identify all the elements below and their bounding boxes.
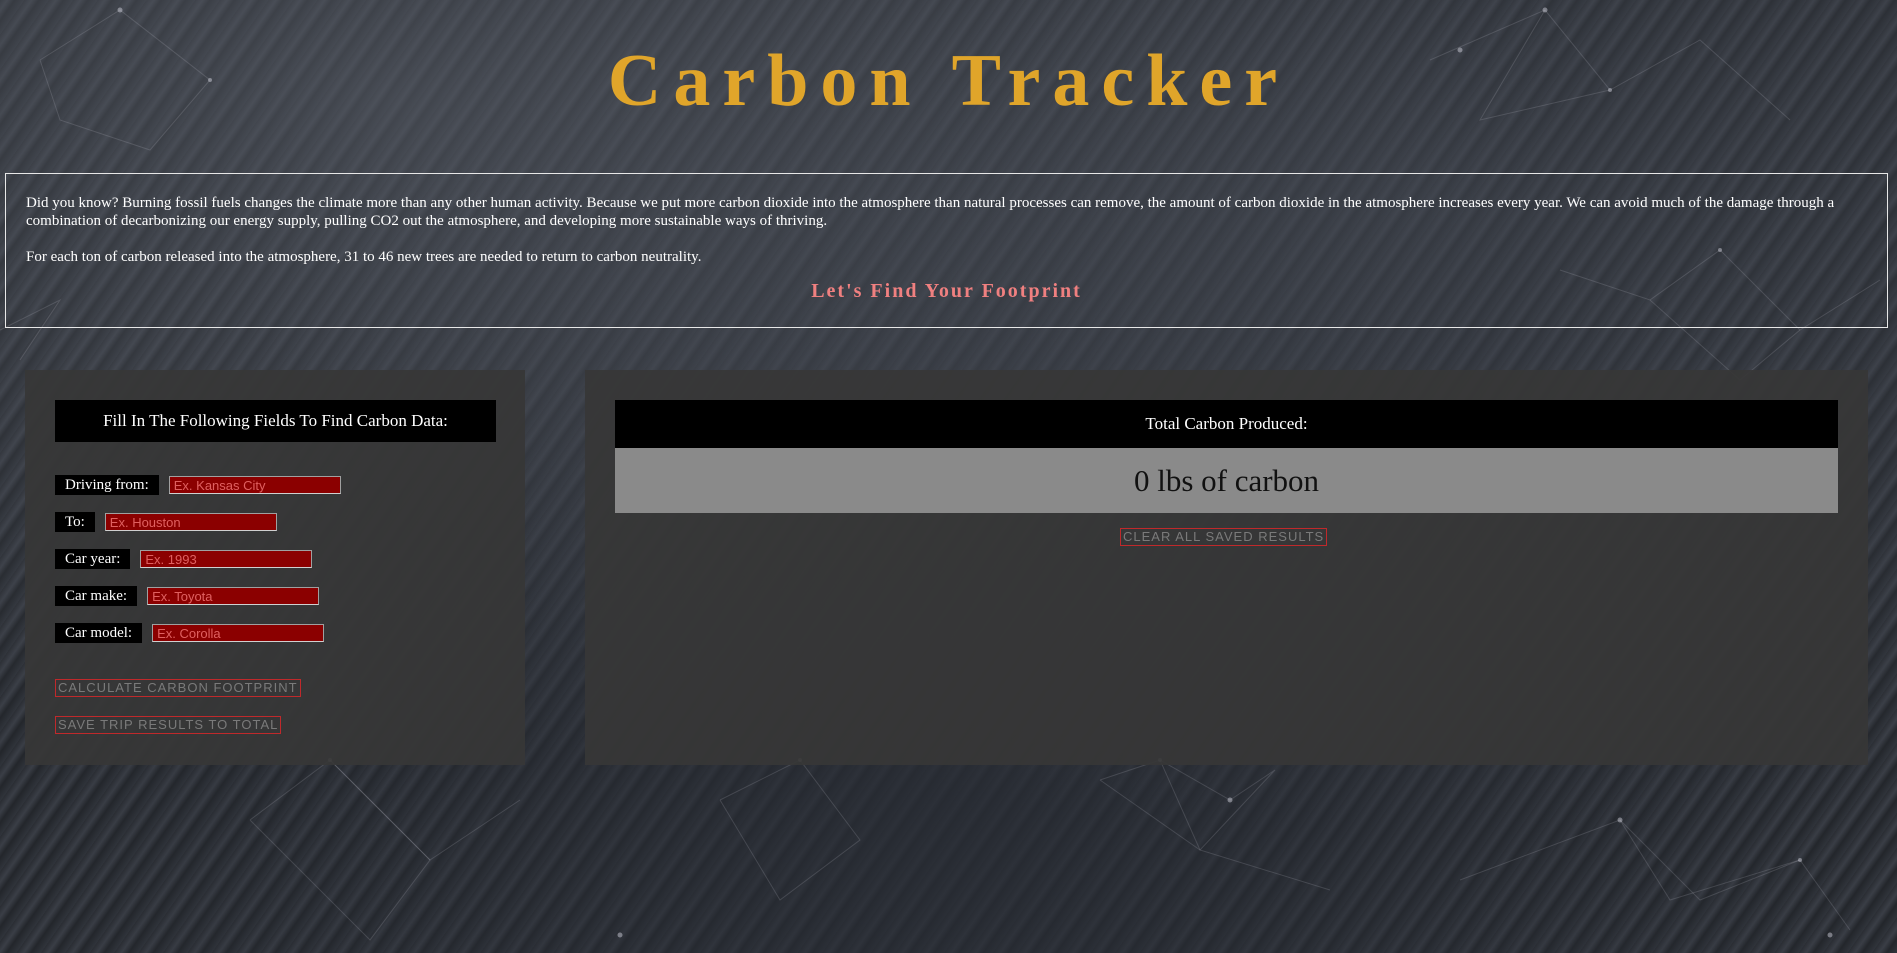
- results-panel: Total Carbon Produced: 0 lbs of carbon C…: [585, 370, 1868, 765]
- clear-saved-results-button[interactable]: CLEAR ALL SAVED RESULTS: [1120, 528, 1328, 546]
- car-year-label: Car year:: [55, 549, 131, 569]
- form-heading: Fill In The Following Fields To Find Car…: [55, 400, 496, 442]
- driving-from-row: Driving from:: [55, 475, 341, 495]
- car-model-row: Car model:: [55, 623, 325, 643]
- driving-from-input[interactable]: [168, 476, 341, 494]
- footprint-cta-heading: Let's Find Your Footprint: [811, 280, 1082, 302]
- to-row: To:: [55, 512, 277, 532]
- to-label: To:: [55, 512, 95, 532]
- trip-form-panel: Fill In The Following Fields To Find Car…: [25, 370, 525, 765]
- total-carbon-heading: Total Carbon Produced:: [615, 400, 1838, 448]
- intro-box: Did you know? Burning fossil fuels chang…: [5, 173, 1888, 328]
- save-trip-results-button[interactable]: SAVE TRIP RESULTS TO TOTAL: [55, 716, 282, 734]
- car-year-row: Car year:: [55, 549, 313, 569]
- page-title: Carbon Tracker: [607, 40, 1290, 122]
- intro-paragraph-1: Did you know? Burning fossil fuels chang…: [26, 195, 1835, 229]
- car-year-input[interactable]: [140, 550, 313, 568]
- car-make-input[interactable]: [147, 587, 320, 605]
- car-model-label: Car model:: [55, 623, 143, 643]
- car-model-input[interactable]: [152, 624, 325, 642]
- calculate-footprint-button[interactable]: CALCULATE CARBON FOOTPRINT: [55, 679, 301, 697]
- intro-paragraph-2: For each ton of carbon released into the…: [26, 249, 702, 265]
- to-input[interactable]: [104, 513, 277, 531]
- car-make-row: Car make:: [55, 586, 320, 606]
- car-make-label: Car make:: [55, 586, 138, 606]
- driving-from-label: Driving from:: [55, 475, 159, 495]
- total-carbon-value: 0 lbs of carbon: [615, 448, 1838, 513]
